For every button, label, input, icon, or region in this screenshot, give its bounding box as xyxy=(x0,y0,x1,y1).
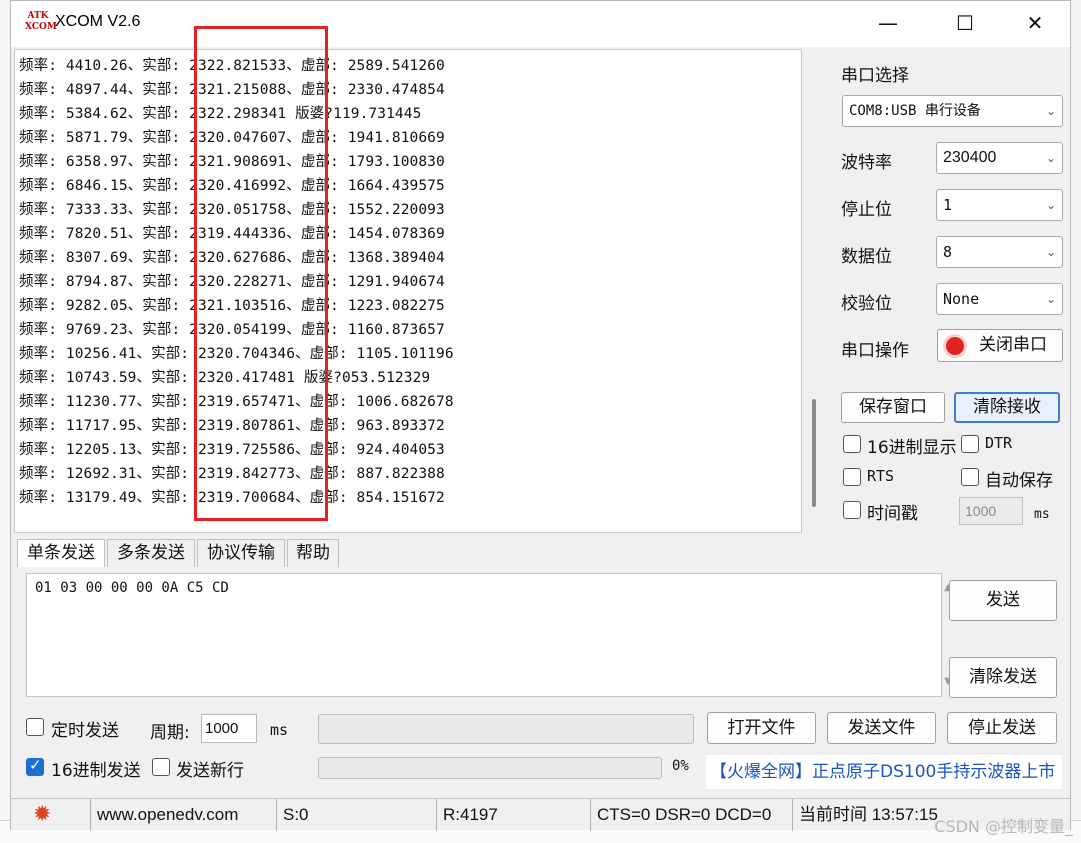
rts-label: RTS xyxy=(867,467,895,485)
timestamp-unit: ms xyxy=(1034,507,1050,522)
period-unit: ms xyxy=(270,721,289,739)
baud-label: 波特率 xyxy=(841,153,892,173)
period-label: 周期: xyxy=(150,723,190,743)
timed-send-label: 定时发送 xyxy=(51,721,119,741)
clear-send-button[interactable]: 清除发送 xyxy=(949,657,1057,698)
tab-multi-send[interactable]: 多条发送 xyxy=(107,539,195,567)
settings-gear-cell[interactable]: ✹ xyxy=(11,799,91,831)
hex-send-checkbox[interactable] xyxy=(26,756,44,776)
close-port-button[interactable]: 关闭串口 xyxy=(937,329,1063,362)
stop-bits-label: 停止位 xyxy=(841,200,892,220)
file-path-bar xyxy=(318,714,694,744)
stop-bits-value: 1 xyxy=(943,196,953,214)
data-bits-label: 数据位 xyxy=(841,247,892,267)
send-progress-bar xyxy=(318,757,662,779)
data-bits-value: 8 xyxy=(943,243,953,261)
timestamp-label: 时间戳 xyxy=(867,504,918,524)
dtr-checkbox[interactable] xyxy=(961,435,979,453)
send-text: 01 03 00 00 00 0A C5 CD xyxy=(35,580,229,596)
promo-link[interactable]: 【火爆全网】正点原子DS100手持示波器上市 xyxy=(706,755,1062,789)
highlight-box-real-part xyxy=(194,26,328,521)
timed-send-checkbox[interactable] xyxy=(26,718,44,736)
app-logo-icon: ATK XCOM xyxy=(25,11,57,32)
send-progress-text: 0% xyxy=(672,758,689,774)
save-window-button[interactable]: 保存窗口 xyxy=(841,392,945,423)
watermark: CSDN @控制变量_ xyxy=(934,817,1073,836)
timestamp-checkbox[interactable] xyxy=(843,501,861,519)
parity-select[interactable]: None ⌄ xyxy=(936,283,1063,315)
hex-display-checkbox[interactable] xyxy=(843,435,861,453)
tab-protocol[interactable]: 协议传输 xyxy=(197,539,285,567)
close-button[interactable]: ✕ xyxy=(1012,9,1058,39)
open-file-button[interactable]: 打开文件 xyxy=(707,712,816,744)
received-count: R:4197 xyxy=(437,799,591,831)
rts-checkbox[interactable] xyxy=(843,468,861,486)
auto-save-label: 自动保存 xyxy=(985,471,1053,491)
chevron-down-icon: ⌄ xyxy=(1045,245,1056,259)
baud-value: 230400 xyxy=(943,149,997,166)
tab-single-send[interactable]: 单条发送 xyxy=(17,539,105,567)
chevron-down-icon: ⌄ xyxy=(1045,104,1056,118)
window-title: XCOM V2.6 xyxy=(55,13,141,30)
send-newline-checkbox[interactable] xyxy=(152,758,170,776)
timestamp-interval-input[interactable]: 1000 xyxy=(959,497,1023,525)
port-status-icon xyxy=(946,337,964,355)
stop-bits-select[interactable]: 1 ⌄ xyxy=(936,189,1063,221)
xcom-window: ATK XCOM XCOM V2.6 — ☐ ✕ 频率: 4410.26、实部: … xyxy=(10,0,1071,831)
website-link[interactable]: www.openedv.com xyxy=(91,799,277,831)
period-input[interactable]: 1000 xyxy=(201,714,257,743)
chevron-down-icon: ⌄ xyxy=(1045,151,1056,165)
port-select-label: 串口选择 xyxy=(841,66,909,86)
minimize-button[interactable]: — xyxy=(865,9,911,39)
send-file-button[interactable]: 发送文件 xyxy=(827,712,936,744)
dtr-label: DTR xyxy=(985,434,1013,452)
port-op-label: 串口操作 xyxy=(841,341,909,361)
sent-count: S:0 xyxy=(277,799,437,831)
gear-icon[interactable]: ✹ xyxy=(33,799,51,830)
maximize-button[interactable]: ☐ xyxy=(942,9,988,39)
close-port-label: 关闭串口 xyxy=(979,335,1047,355)
title-bar: ATK XCOM XCOM V2.6 — ☐ ✕ xyxy=(11,1,1070,47)
stop-send-button[interactable]: 停止发送 xyxy=(947,712,1057,744)
parity-label: 校验位 xyxy=(841,294,892,314)
port-select[interactable]: COM8:USB 串行设备 ⌄ xyxy=(842,95,1063,127)
port-select-value: COM8:USB 串行设备 xyxy=(849,103,981,119)
tab-help[interactable]: 帮助 xyxy=(287,539,339,567)
hex-display-label: 16进制显示 xyxy=(867,438,957,458)
send-input[interactable]: 01 03 00 00 00 0A C5 CD ▲ ▼ xyxy=(26,573,952,697)
clear-receive-button[interactable]: 清除接收 xyxy=(954,392,1060,423)
send-button[interactable]: 发送 xyxy=(949,580,1057,621)
receive-scrollbar[interactable] xyxy=(812,399,816,507)
status-bar: ✹ www.openedv.com S:0 R:4197 CTS=0 DSR=0… xyxy=(11,798,1070,831)
data-bits-select[interactable]: 8 ⌄ xyxy=(936,236,1063,268)
baud-select[interactable]: 230400 ⌄ xyxy=(936,142,1063,174)
hex-send-label: 16进制发送 xyxy=(51,761,141,781)
send-newline-label: 发送新行 xyxy=(176,761,244,781)
chevron-down-icon: ⌄ xyxy=(1045,292,1056,306)
chevron-down-icon: ⌄ xyxy=(1045,198,1056,212)
auto-save-checkbox[interactable] xyxy=(961,468,979,486)
line-status: CTS=0 DSR=0 DCD=0 xyxy=(591,799,793,831)
receive-area[interactable]: 频率: 4410.26、实部: 2322.821533、虚部: 2589.541… xyxy=(14,49,802,533)
parity-value: None xyxy=(943,290,980,308)
